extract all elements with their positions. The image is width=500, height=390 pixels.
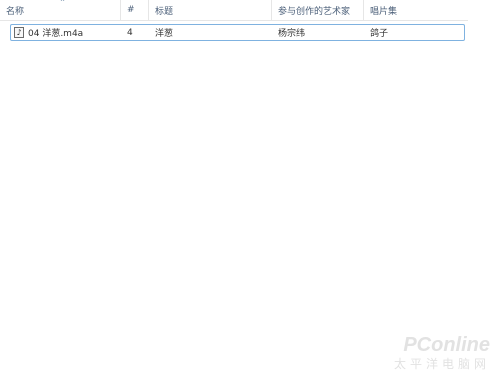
column-header-artist-label: 参与创作的艺术家 (278, 6, 351, 17)
file-name: 04 洋葱.m4a (28, 29, 84, 39)
file-track-cell: 4 (122, 25, 150, 40)
column-header-artist[interactable]: 参与创作的艺术家 (272, 0, 364, 20)
column-header-track-label: # (127, 5, 135, 15)
column-header-track[interactable]: # (121, 0, 149, 20)
file-artist: 杨宗纬 (278, 29, 306, 39)
file-explorer-details-view: 名称 ^ # 标题 参与创作的艺术家 唱片集 ♪ 04 洋葱.m4a 4 洋葱 … (0, 0, 500, 390)
column-header-album[interactable]: 唱片集 (364, 0, 468, 20)
sort-ascending-icon: ^ (60, 0, 66, 6)
file-title: 洋葱 (155, 29, 174, 39)
column-header-album-label: 唱片集 (370, 6, 398, 17)
file-name-cell: ♪ 04 洋葱.m4a (11, 25, 122, 40)
column-header-name-label: 名称 (6, 6, 25, 17)
column-header-name[interactable]: 名称 ^ (0, 0, 121, 20)
watermark-logo-text: PConline (403, 334, 490, 356)
file-title-cell: 洋葱 (150, 25, 273, 40)
column-header-title[interactable]: 标题 (149, 0, 272, 20)
file-album: 鸽子 (370, 29, 389, 39)
column-header-bar: 名称 ^ # 标题 参与创作的艺术家 唱片集 (0, 0, 468, 21)
pconline-watermark: PConline 太平洋电脑网 (380, 334, 490, 384)
music-note-icon: ♪ (14, 27, 24, 38)
file-track-number: 4 (127, 27, 133, 38)
file-artist-cell: 杨宗纬 (273, 25, 365, 40)
file-album-cell: 鸽子 (365, 25, 455, 40)
column-header-title-label: 标题 (155, 6, 174, 17)
watermark-subtitle: 太平洋电脑网 (393, 357, 490, 371)
file-row[interactable]: ♪ 04 洋葱.m4a 4 洋葱 杨宗纬 鸽子 (10, 24, 465, 41)
